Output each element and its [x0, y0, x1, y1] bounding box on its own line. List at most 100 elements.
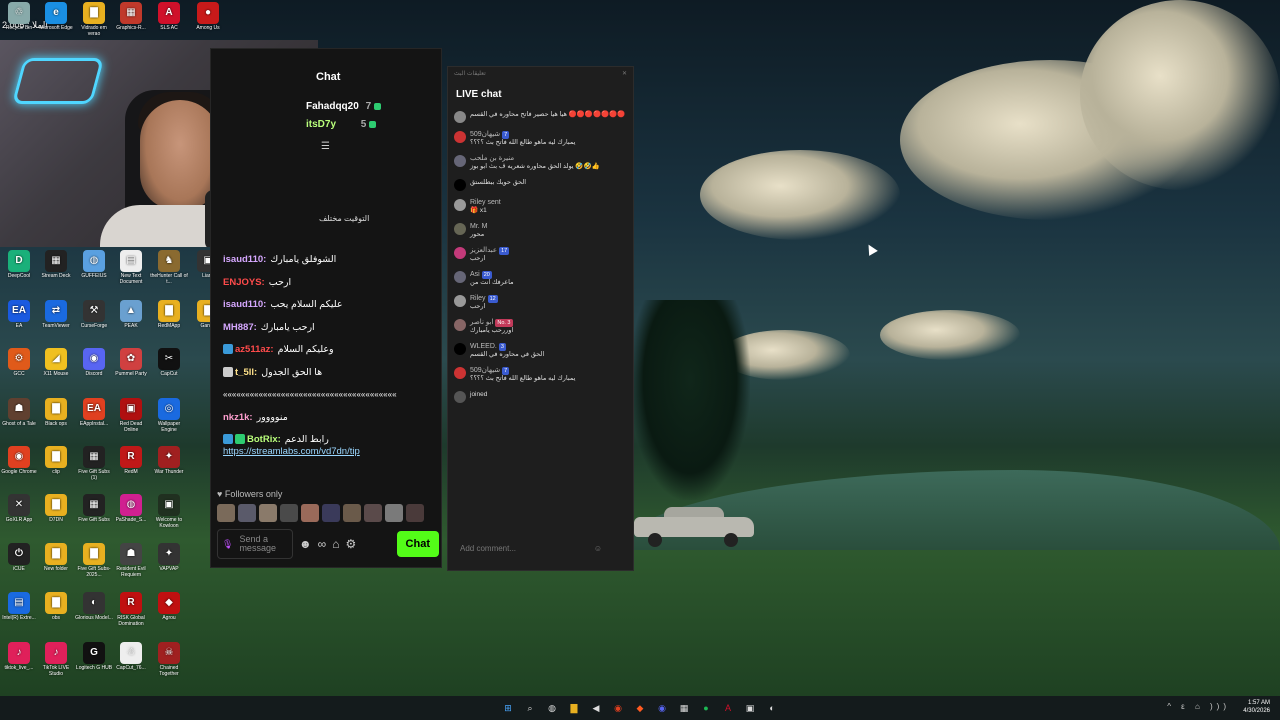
- avatar[interactable]: [454, 271, 466, 283]
- emoji-icon[interactable]: ☺: [594, 544, 602, 553]
- clock[interactable]: 1:57 AM 4/30/2026: [1243, 699, 1270, 715]
- desktop-icon[interactable]: ▇ Five Gift Subs-2025...: [75, 543, 113, 578]
- app-icon[interactable]: A: [720, 700, 736, 716]
- desktop-icon[interactable]: ● Among Us: [189, 2, 227, 31]
- desktop-icon[interactable]: ▇ D7DN: [37, 494, 75, 523]
- avatar[interactable]: [301, 504, 319, 522]
- chat-send-button[interactable]: Chat: [396, 531, 439, 557]
- discord-icon[interactable]: ◉: [654, 700, 670, 716]
- chat-username[interactable]: MH887:: [223, 322, 257, 333]
- desktop-icon[interactable]: ▣ Welcome to Kowloon: [150, 494, 188, 529]
- app-icon[interactable]: ◉: [610, 700, 626, 716]
- live-username[interactable]: WLEED. 3: [470, 343, 544, 351]
- chat-username[interactable]: az511az:: [235, 344, 274, 355]
- desktop-icon[interactable]: ▣ Red Dead Online: [112, 398, 150, 433]
- desktop-icon[interactable]: ◆ Agrou: [150, 592, 188, 621]
- avatar[interactable]: [454, 391, 466, 403]
- live-username[interactable]: Riley sent: [470, 199, 501, 207]
- desktop-icon[interactable]: ⚙ GCC: [0, 348, 38, 377]
- desktop-icon[interactable]: ▇ obs: [37, 592, 75, 621]
- desktop-icon[interactable]: ✦ War Thunder: [150, 446, 188, 475]
- app-icon[interactable]: ▦: [676, 700, 692, 716]
- app-icon[interactable]: ◀: [588, 700, 604, 716]
- desktop-icon[interactable]: ✦ VAPVAP: [150, 543, 188, 572]
- desktop-icon[interactable]: ▇ New folder: [37, 543, 75, 572]
- avatar[interactable]: [454, 223, 466, 235]
- live-username[interactable]: منيرة بن ملحب: [470, 155, 600, 163]
- chat-input[interactable]: 🎙 Send a message: [217, 529, 293, 559]
- desktop-icon[interactable]: ◢ X11 Mouse: [37, 348, 75, 377]
- tip-link[interactable]: https://streamlabs.com/vd7dn/tip: [223, 446, 360, 457]
- chat-username[interactable]: ENJOYS:: [223, 277, 265, 288]
- avatar[interactable]: [454, 367, 466, 379]
- spotify-icon[interactable]: ●: [698, 700, 714, 716]
- desktop-icon[interactable]: ♪ TikTok LIVE Studio: [37, 642, 75, 677]
- desktop-icon[interactable]: EA EAppInstal...: [75, 398, 113, 427]
- desktop-icon[interactable]: D DeepCool: [0, 250, 38, 279]
- chat-username[interactable]: isaud110:: [223, 299, 266, 310]
- desktop-icon[interactable]: ◍ GUFFEIUS: [75, 250, 113, 279]
- avatar[interactable]: [217, 504, 235, 522]
- desktop-icon[interactable]: ◎ Wallpaper Engine: [150, 398, 188, 433]
- app-icon[interactable]: ◍: [544, 700, 560, 716]
- desktop-icon[interactable]: ⇄ TeamViewer: [37, 300, 75, 329]
- avatar[interactable]: [280, 504, 298, 522]
- desktop-icon[interactable]: ▲ PEAK: [112, 300, 150, 329]
- avatar[interactable]: [259, 504, 277, 522]
- desktop-icon[interactable]: ▇ Vidrado em verao: [75, 2, 113, 37]
- avatar[interactable]: [454, 131, 466, 143]
- live-username[interactable]: Asi 20: [470, 271, 514, 279]
- live-username[interactable]: 509شيهان 7: [470, 131, 575, 139]
- chat-username[interactable]: isaud110:: [223, 254, 266, 265]
- desktop-icon[interactable]: R RedM: [112, 446, 150, 475]
- desktop-icon[interactable]: ▤ New Text Document: [112, 250, 150, 285]
- desktop-icon[interactable]: ⚒ CurseForge: [75, 300, 113, 329]
- desktop-icon[interactable]: ▤ Intel(R) Extre...: [0, 592, 38, 621]
- avatar[interactable]: [343, 504, 361, 522]
- desktop-icon[interactable]: ☃ CapCut_76...: [112, 642, 150, 671]
- avatar[interactable]: [454, 247, 466, 259]
- avatar[interactable]: [364, 504, 382, 522]
- system-tray[interactable]: ^ ε ⌂ ))): [1167, 702, 1230, 711]
- desktop-icon[interactable]: R RISK Global Domination: [112, 592, 150, 627]
- app-icon[interactable]: ◐: [764, 700, 780, 716]
- live-username[interactable]: Riley 12: [470, 295, 498, 303]
- emote-icon[interactable]: ☻: [299, 537, 312, 551]
- chat-username[interactable]: BotRix:: [247, 434, 281, 445]
- live-username[interactable]: ابو ناصر No. 3: [470, 319, 513, 327]
- gear-icon[interactable]: ⚙: [345, 537, 356, 551]
- avatar[interactable]: [406, 504, 424, 522]
- desktop-icon[interactable]: ▦ Stream Deck: [37, 250, 75, 279]
- microphone-icon[interactable]: 🎙: [222, 539, 233, 550]
- infinity-icon[interactable]: ∞: [318, 537, 327, 551]
- avatar[interactable]: [322, 504, 340, 522]
- desktop-icon[interactable]: ☠ Chained Together: [150, 642, 188, 677]
- chat-username[interactable]: t_5ll:: [235, 367, 257, 378]
- desktop-icon[interactable]: e Microsoft Edge: [37, 2, 75, 31]
- desktop-icon[interactable]: ♪ tiktok_live_...: [0, 642, 38, 671]
- desktop-icon[interactable]: ◐ Glorious Model...: [75, 592, 113, 621]
- close-icon[interactable]: ✕: [622, 70, 627, 78]
- desktop-icon[interactable]: ◍ PaShade_S...: [112, 494, 150, 523]
- desktop-icon[interactable]: ▦ Five Gift Subs (1): [75, 446, 113, 481]
- avatar[interactable]: [454, 111, 466, 123]
- desktop-icon[interactable]: A SLS AC: [150, 2, 188, 31]
- desktop-icon[interactable]: EA EA: [0, 300, 38, 329]
- desktop-icon[interactable]: ⏻ iCUE: [0, 543, 38, 572]
- file-explorer-icon[interactable]: ▇: [566, 700, 582, 716]
- store-icon[interactable]: ⌂: [332, 537, 339, 551]
- desktop-icon[interactable]: ♞ theHunter Call of t...: [150, 250, 188, 285]
- live-username[interactable]: Mr. M: [470, 223, 488, 231]
- desktop-icon[interactable]: ▇ RedMApp: [150, 300, 188, 329]
- start-icon[interactable]: ⊞: [500, 700, 516, 716]
- desktop-icon[interactable]: ◉ Discord: [75, 348, 113, 377]
- brave-icon[interactable]: ◆: [632, 700, 648, 716]
- desktop-icon[interactable]: ☗ Resident Evil Requiem: [112, 543, 150, 578]
- search-icon[interactable]: ⌕: [522, 700, 538, 716]
- filter-icon[interactable]: ☰: [321, 141, 330, 152]
- avatar[interactable]: [238, 504, 256, 522]
- live-username[interactable]: عبدالعزيز 17: [470, 247, 510, 255]
- avatar[interactable]: [454, 199, 466, 211]
- desktop-icon[interactable]: ✿ Pummel Party: [112, 348, 150, 377]
- desktop-icon[interactable]: ▇ clip: [37, 446, 75, 475]
